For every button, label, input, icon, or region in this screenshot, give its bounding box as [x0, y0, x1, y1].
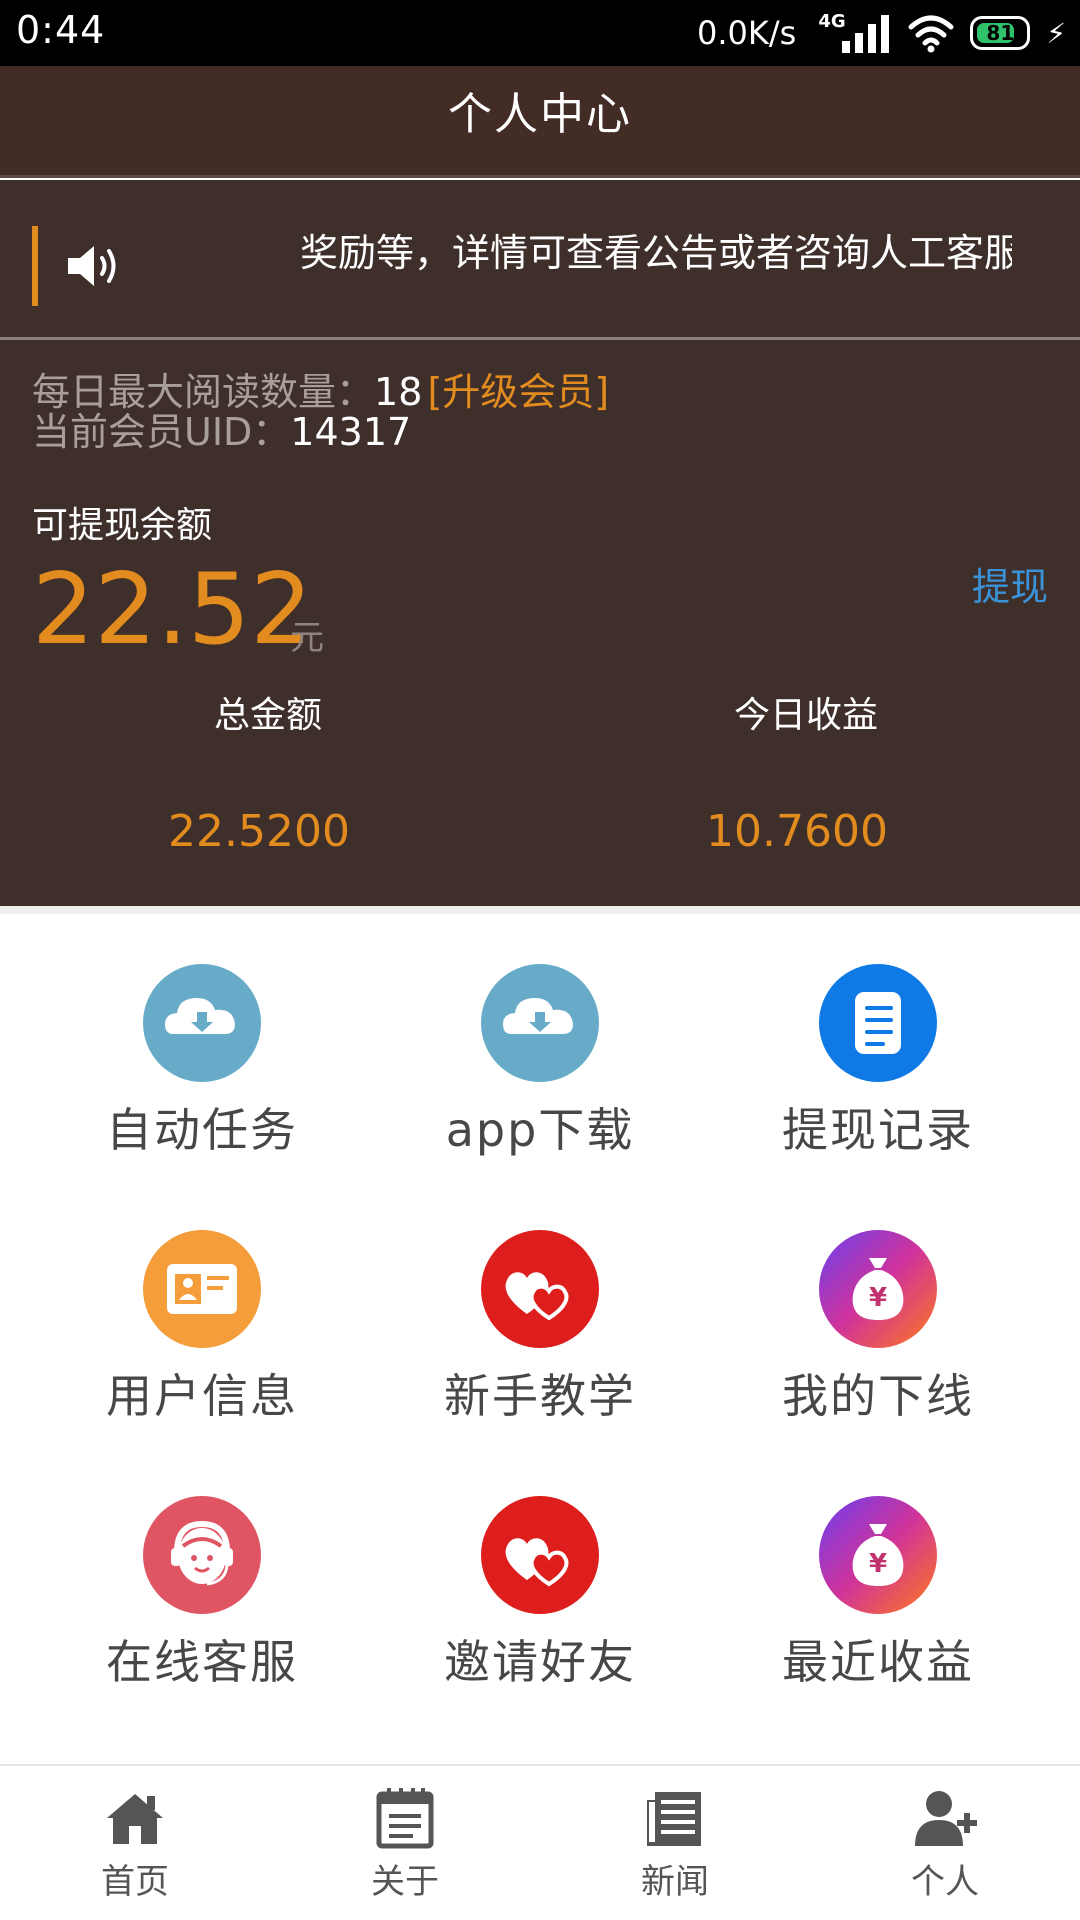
grid-label: 新手教学: [444, 1369, 636, 1423]
total-amount-value: 22.5200: [168, 806, 350, 857]
feature-grid: 自动任务 app下载 提现记录 用户信息 新手教学 ¥ 我的下线 在线客服 邀请…: [0, 914, 1080, 1764]
grid-label: 最近收益: [782, 1635, 974, 1689]
money-bag-icon: ¥: [819, 1230, 937, 1348]
nav-label: 个人: [911, 1862, 979, 1902]
grid-label: 在线客服: [106, 1635, 298, 1689]
wifi-icon: [908, 15, 954, 53]
grid-label: 我的下线: [782, 1369, 974, 1423]
notice-marquee: 奖励等，详情可查看公告或者咨询人工客服: [0, 180, 1080, 340]
speaker-icon: [68, 246, 116, 286]
cloud-download-icon: [143, 964, 261, 1082]
status-time: 0:44: [16, 8, 106, 52]
grid-item-app-download[interactable]: app下载: [370, 914, 710, 1157]
newspaper-icon: [647, 1792, 701, 1846]
nav-item-profile[interactable]: 个人: [810, 1766, 1080, 1920]
member-uid: 当前会员UID：14317: [32, 410, 411, 462]
cellular-signal-icon: 4G: [812, 11, 892, 55]
uid-value: 14317: [290, 410, 412, 454]
headset-agent-icon: [143, 1496, 261, 1614]
nav-label: 新闻: [641, 1862, 709, 1902]
daily-max-label: 每日最大阅读数量：: [32, 370, 375, 414]
svg-text:¥: ¥: [869, 1283, 887, 1313]
add-user-icon: [915, 1791, 977, 1846]
section-divider: [0, 906, 1080, 914]
grid-label: 提现记录: [782, 1103, 974, 1157]
money-bag-icon: ¥: [819, 1496, 937, 1614]
grid-item-tutorial[interactable]: 新手教学: [370, 1180, 710, 1423]
daily-max-value: 18: [374, 370, 423, 414]
charging-icon: ⚡: [1046, 16, 1066, 50]
status-right: 0.0K/s 4G 81 ⚡: [697, 8, 1066, 58]
today-income-label: 今日收益: [733, 695, 878, 736]
id-card-icon: [143, 1230, 261, 1348]
today-income-value: 10.7600: [706, 806, 888, 857]
withdrawable-amount: 22.52: [32, 553, 313, 667]
app-header: 个人中心: [0, 66, 1080, 178]
grid-label: 用户信息: [106, 1369, 298, 1423]
grid-item-online-service[interactable]: 在线客服: [32, 1446, 372, 1689]
grid-item-auto-task[interactable]: 自动任务: [32, 914, 372, 1157]
screen: 0:44 0.0K/s 4G 81 ⚡ 个人中心 奖励等，详情可查看公告或者咨询…: [0, 0, 1080, 1920]
uid-label: 当前会员UID：: [32, 410, 291, 454]
withdrawable-label: 可提现余额: [32, 505, 213, 546]
svg-text:¥: ¥: [869, 1549, 887, 1579]
balance-panel: 每日最大阅读数量：18 [升级会员] 当前会员UID：14317 可提现余额 2…: [0, 340, 1080, 906]
grid-label: app下载: [445, 1103, 635, 1157]
grid-item-my-downline[interactable]: ¥ 我的下线: [708, 1180, 1048, 1423]
nav-item-news[interactable]: 新闻: [540, 1766, 810, 1920]
heart-chat-icon: [481, 1230, 599, 1348]
upgrade-member-link[interactable]: [升级会员]: [427, 370, 609, 414]
grid-item-withdraw-records[interactable]: 提现记录: [708, 914, 1048, 1157]
total-amount-label: 总金额: [213, 695, 322, 736]
grid-item-recent-earnings[interactable]: ¥ 最近收益: [708, 1446, 1048, 1689]
page-title: 个人中心: [448, 89, 632, 140]
battery-icon: 81: [970, 16, 1031, 50]
notice-text: 奖励等，详情可查看公告或者咨询人工客服: [300, 231, 1012, 275]
heart-chat-icon: [481, 1496, 599, 1614]
status-bar: 0:44 0.0K/s 4G 81 ⚡: [0, 0, 1080, 66]
nav-item-about[interactable]: 关于: [270, 1766, 540, 1920]
nav-item-home[interactable]: 首页: [0, 1766, 270, 1920]
grid-item-invite-friends[interactable]: 邀请好友: [370, 1446, 710, 1689]
cloud-download-icon: [481, 964, 599, 1082]
withdraw-button[interactable]: 提现: [972, 556, 1048, 611]
nav-label: 首页: [101, 1862, 169, 1902]
nav-label: 关于: [371, 1862, 439, 1902]
battery-level: 81: [986, 21, 1015, 45]
bottom-nav: 首页 关于 新闻 个人: [0, 1764, 1080, 1920]
notepad-icon: [376, 1788, 434, 1849]
notice-accent-bar: [32, 226, 38, 306]
home-icon: [107, 1794, 163, 1844]
currency-unit: 元: [290, 618, 324, 658]
network-speed: 0.0K/s: [697, 14, 797, 52]
grid-label: 邀请好友: [444, 1635, 636, 1689]
grid-label: 自动任务: [106, 1103, 298, 1157]
grid-item-user-info[interactable]: 用户信息: [32, 1180, 372, 1423]
document-icon: [819, 964, 937, 1082]
